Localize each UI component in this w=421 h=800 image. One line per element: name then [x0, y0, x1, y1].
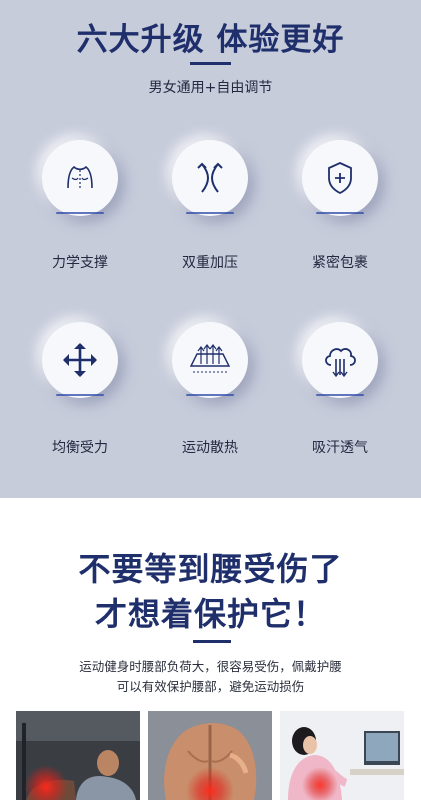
feature-label: 均衡受力 — [52, 440, 108, 456]
feature-label: 吸汗透气 — [312, 440, 368, 456]
feature-label: 双重加压 — [182, 255, 238, 271]
title-divider — [190, 62, 231, 65]
upgrade-title: 六大升级 体验更好 — [76, 22, 345, 58]
double-pressure-icon — [197, 162, 223, 193]
heat-dissipation-icon — [189, 344, 231, 373]
warning-headline-line2: 才想着保护它！ — [94, 595, 326, 633]
upgrade-subtitle: 男女通用+自由调节 — [148, 80, 273, 96]
four-arrows-icon — [63, 343, 97, 377]
feature-label: 紧密包裹 — [312, 255, 368, 271]
feature-label: 力学支撑 — [52, 255, 108, 271]
bare-back-pain-photo — [148, 711, 272, 800]
breathable-cloud-icon — [325, 348, 356, 378]
athlete-back-pain-photo — [16, 711, 140, 800]
warning-divider — [193, 640, 231, 643]
feature-mechanical-support — [42, 140, 118, 216]
feature-tight-wrap — [302, 140, 378, 216]
warning-description-line2: 可以有效保护腰部，避免运动损伤 — [116, 679, 305, 694]
feature-sweat-breathable — [302, 322, 378, 398]
feature-balanced-force — [42, 322, 118, 398]
warning-headline-line1: 不要等到腰受伤了 — [78, 550, 343, 588]
feature-sport-heat — [172, 322, 248, 398]
feature-double-pressure — [172, 140, 248, 216]
back-support-icon — [67, 165, 93, 189]
feature-label: 运动散热 — [182, 440, 238, 456]
office-worker-back-pain-photo — [280, 711, 404, 800]
warning-description-line1: 运动健身时腰部负荷大，很容易受伤，佩戴护腰 — [79, 659, 342, 674]
upgrade-section: 六大升级 体验更好 男女通用+自由调节 力学支撑 双重加压 紧密包裹 均衡受力 — [0, 0, 421, 498]
shield-plus-icon — [328, 162, 352, 195]
